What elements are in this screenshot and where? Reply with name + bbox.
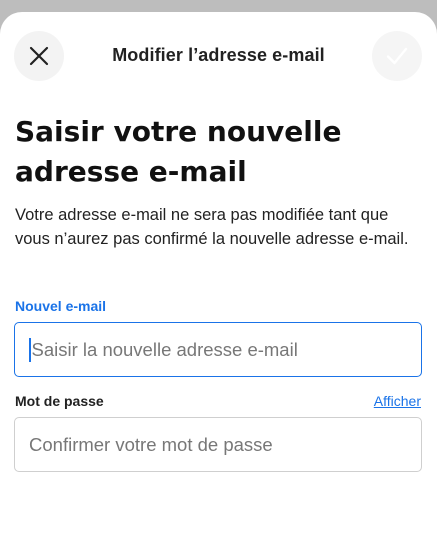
check-icon xyxy=(386,47,408,65)
password-placeholder: Confirmer votre mot de passe xyxy=(29,433,273,455)
password-label: Mot de passe xyxy=(15,393,104,409)
text-cursor xyxy=(29,337,31,362)
page-title-line-1: Saisir votre nouvelle xyxy=(15,115,342,148)
modal-sheet: Modifier l’adresse e-mail Saisir votre n… xyxy=(0,12,437,541)
modal-header: Modifier l’adresse e-mail xyxy=(0,12,437,100)
close-icon xyxy=(29,46,49,66)
modal-title: Modifier l’adresse e-mail xyxy=(112,45,325,65)
new-email-label: Nouvel e-mail xyxy=(15,298,107,314)
show-password-link[interactable]: Afficher xyxy=(374,393,421,409)
page-title: Saisir votre nouvelle adresse e-mail xyxy=(15,112,415,192)
description-text: Votre adresse e-mail ne sera pas modifié… xyxy=(15,206,409,248)
close-button[interactable] xyxy=(14,31,64,81)
password-input[interactable]: Confirmer votre mot de passe xyxy=(14,417,422,472)
new-email-input[interactable]: Saisir la nouvelle adresse e-mail xyxy=(14,322,422,377)
new-email-placeholder: Saisir la nouvelle adresse e-mail xyxy=(31,338,298,360)
confirm-button[interactable] xyxy=(372,31,422,81)
page-title-line-2: adresse e-mail xyxy=(15,155,247,188)
